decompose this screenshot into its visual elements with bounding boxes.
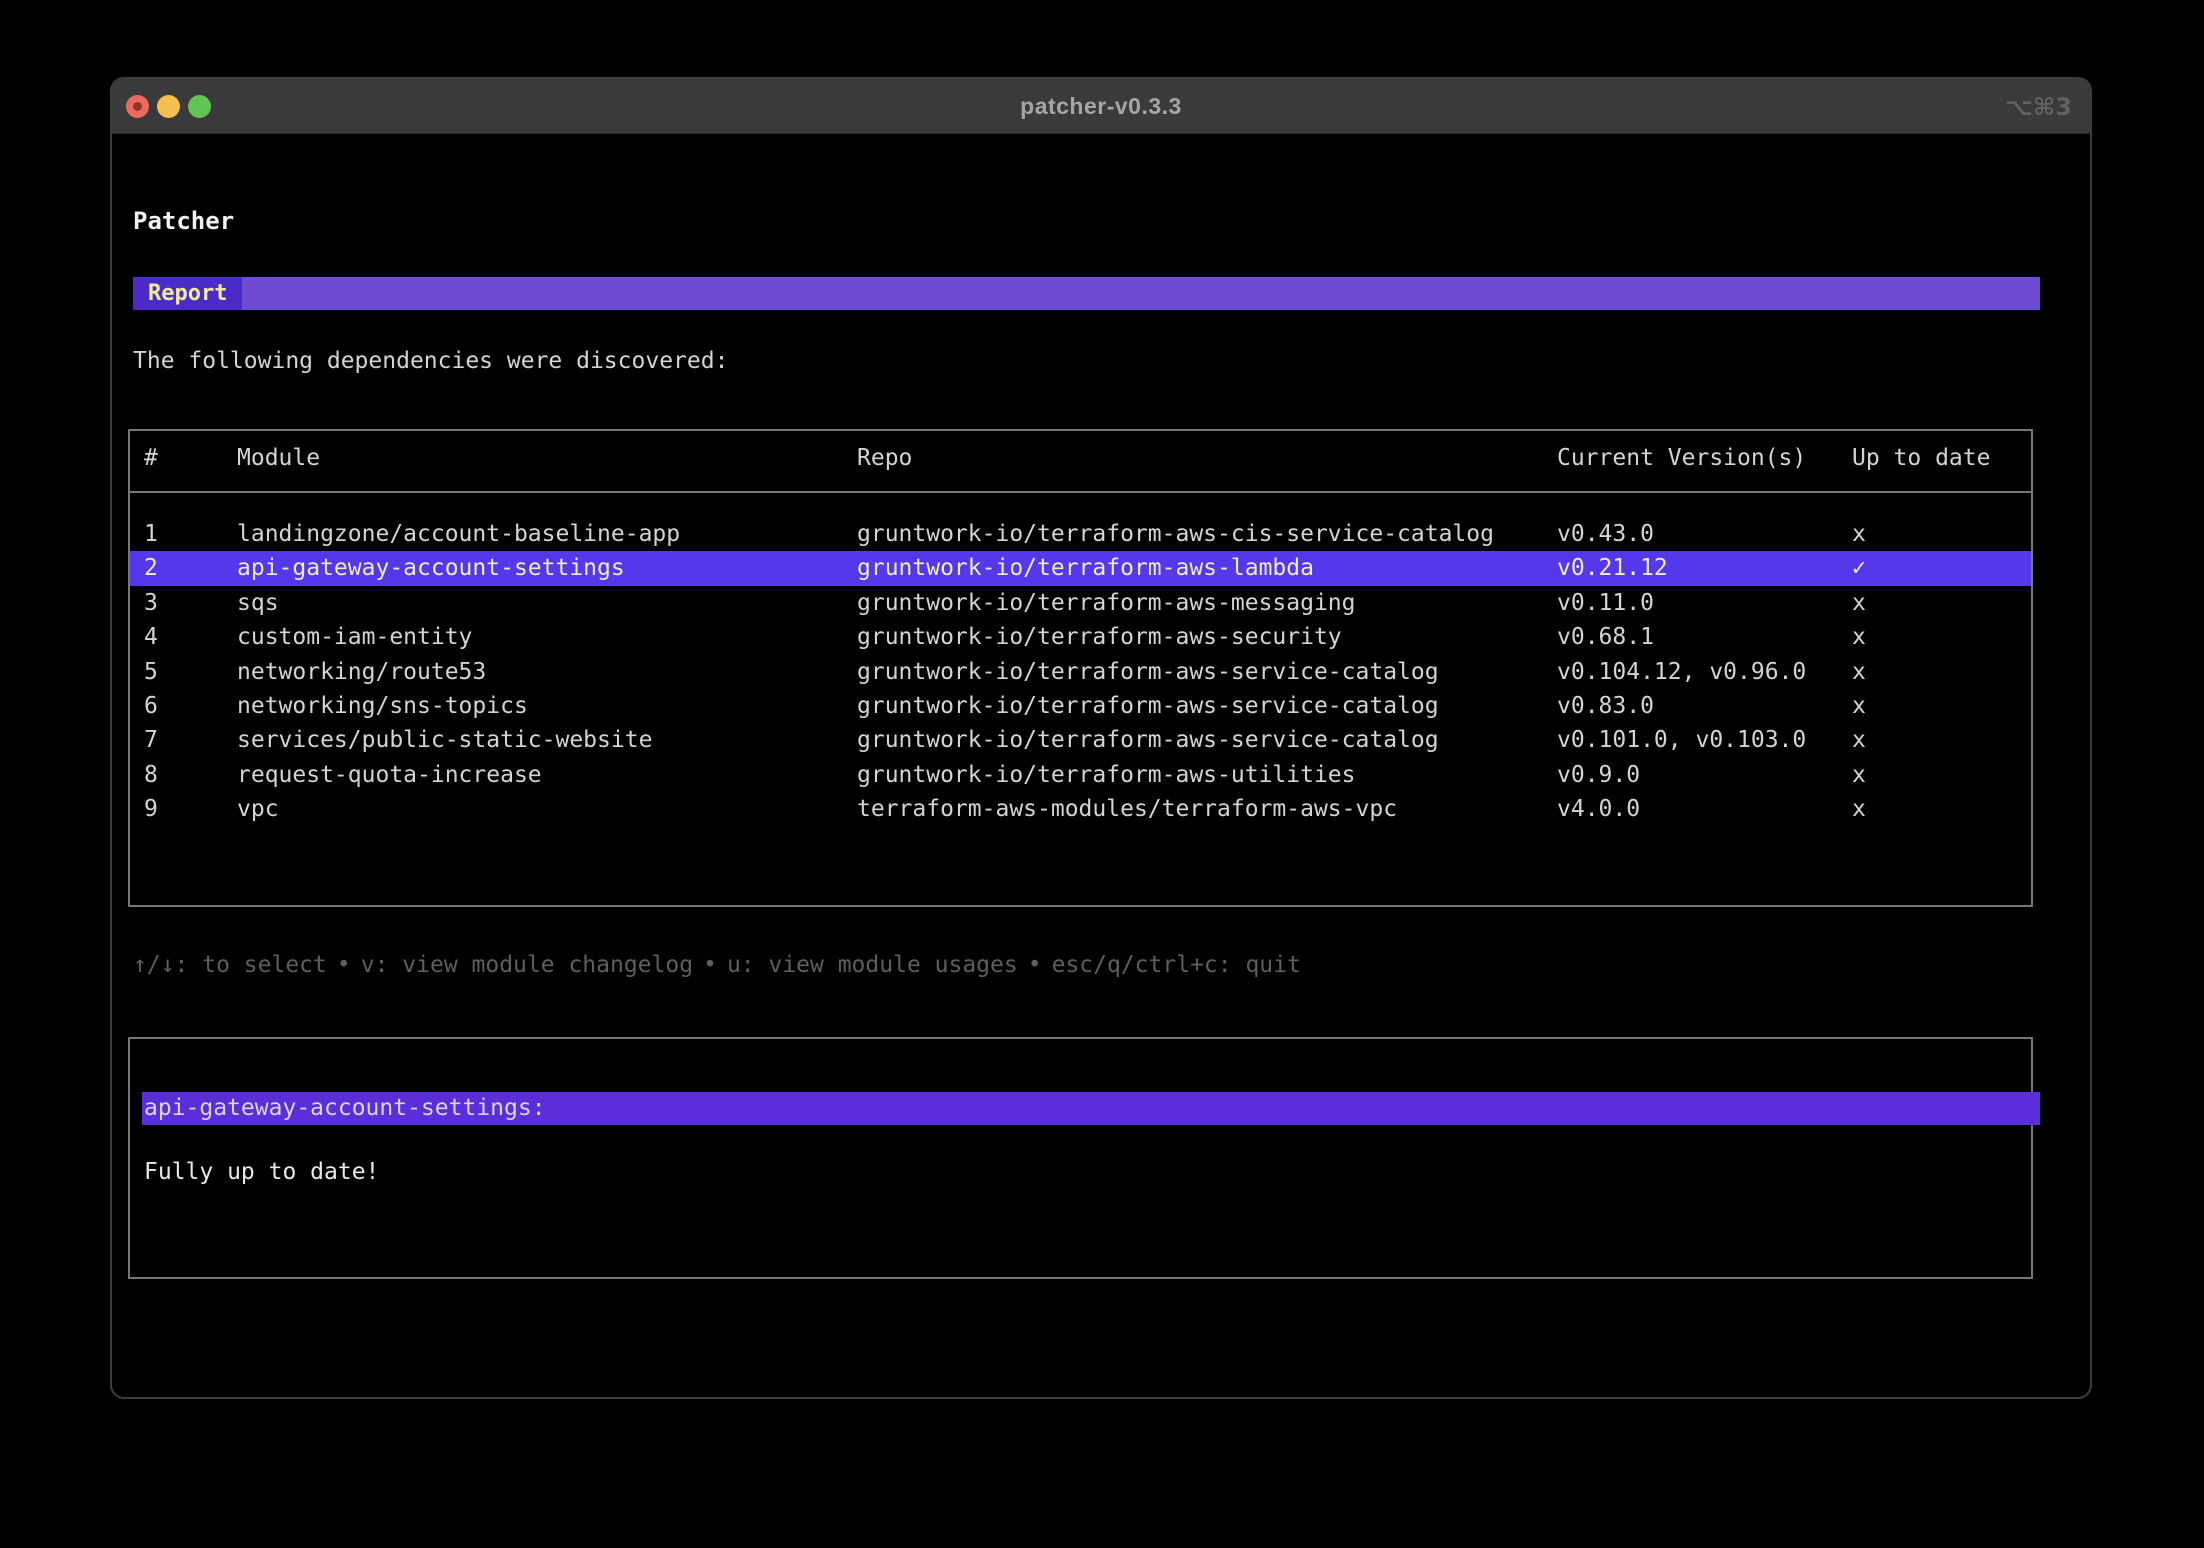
row-repo: gruntwork-io/terraform-aws-messaging [857,589,1356,616]
help-quit: esc/q/ctrl+c: quit [1051,952,1301,978]
help-changelog: v: view module changelog [360,952,694,978]
zoom-button-icon[interactable] [188,95,211,118]
table-body: 1 landingzone/account-baseline-app grunt… [130,517,2031,827]
row-module: networking/route53 [237,658,487,685]
window-controls [126,79,211,134]
row-repo: gruntwork-io/terraform-aws-security [857,624,1342,651]
row-repo: gruntwork-io/terraform-aws-service-catal… [857,727,1439,754]
row-module: sqs [237,589,279,616]
row-versions: v4.0.0 [1557,796,1641,823]
column-header-num: # [144,445,158,471]
row-module: api-gateway-account-settings [237,555,625,582]
row-number: 2 [144,555,158,582]
row-up-to-date-mark: x [1852,589,1866,616]
row-up-to-date-mark: x [1852,658,1866,685]
close-button-icon[interactable] [126,95,149,118]
help-bar: ↑/↓: to select • v: view module changelog •… [133,952,1301,978]
row-number: 7 [144,727,158,754]
table-row[interactable]: 1 landingzone/account-baseline-app grunt… [130,517,2031,551]
row-up-to-date-mark: x [1852,521,1866,547]
terminal-content: Patcher Report The following dependencie… [112,134,2090,1397]
column-header-up-to-date: Up to date [1852,445,1991,471]
bullet-separator-icon: • [703,952,717,978]
row-repo: gruntwork-io/terraform-aws-cis-service-c… [857,521,1494,547]
bullet-separator-icon: • [1027,952,1042,978]
table-row[interactable]: 3 sqs gruntwork-io/terraform-aws-messagi… [130,586,2031,620]
window-title: patcher-v0.3.3 [1020,92,1182,119]
row-up-to-date-mark: x [1852,796,1866,823]
app-heading: Patcher [133,207,235,235]
row-module: landingzone/account-baseline-app [237,521,681,547]
row-module: request-quota-increase [237,761,542,788]
column-header-repo: Repo [857,445,913,471]
row-versions: v0.104.12, v0.96.0 [1557,658,1807,685]
tab-report[interactable]: Report [133,277,243,310]
row-repo: terraform-aws-modules/terraform-aws-vpc [857,796,1398,823]
table-row[interactable]: 6 networking/sns-topics gruntwork-io/ter… [130,689,2031,723]
row-number: 4 [144,624,158,651]
minimize-button-icon[interactable] [157,95,180,118]
row-number: 1 [144,521,158,547]
intro-text: The following dependencies were discover… [133,348,729,374]
row-versions: v0.68.1 [1557,624,1654,651]
row-repo: gruntwork-io/terraform-aws-service-catal… [857,692,1439,719]
row-versions: v0.83.0 [1557,692,1654,719]
row-module: vpc [237,796,279,823]
detail-panel: api-gateway-account-settings: Fully up t… [128,1037,2040,1279]
detail-status-text: Fully up to date! [144,1159,380,1185]
table-row[interactable]: 2 api-gateway-account-settings gruntwork… [130,551,2031,586]
row-module: custom-iam-entity [237,624,473,651]
dependencies-table: # Module Repo Current Version(s) Up to d… [128,429,2033,907]
row-number: 3 [144,589,158,616]
table-header: # Module Repo Current Version(s) Up to d… [130,431,2031,493]
column-header-versions: Current Version(s) [1557,445,1807,471]
table-row[interactable]: 8 request-quota-increase gruntwork-io/te… [130,758,2031,792]
row-up-to-date-mark: ✓ [1852,555,1866,582]
row-number: 9 [144,796,158,823]
row-up-to-date-mark: x [1852,692,1866,719]
row-up-to-date-mark: x [1852,624,1866,651]
row-number: 5 [144,658,158,685]
bullet-separator-icon: • [336,952,351,978]
row-versions: v0.21.12 [1557,555,1668,582]
row-module: services/public-static-website [237,727,653,754]
row-versions: v0.101.0, v0.103.0 [1557,727,1807,754]
table-row[interactable]: 9 vpc terraform-aws-modules/terraform-aw… [130,792,2031,826]
row-number: 6 [144,692,158,719]
help-usages: u: view module usages [726,952,1018,978]
column-header-module: Module [237,445,321,471]
detail-title-highlight: api-gateway-account-settings: [142,1092,2040,1125]
titlebar: patcher-v0.3.3 ⌥⌘3 [112,79,2090,134]
tab-shortcut-hint: ⌥⌘3 [2005,92,2072,121]
row-versions: v0.43.0 [1557,521,1654,547]
table-row[interactable]: 4 custom-iam-entity gruntwork-io/terrafo… [130,620,2031,654]
row-up-to-date-mark: x [1852,761,1866,788]
table-row[interactable]: 7 services/public-static-website gruntwo… [130,723,2031,757]
row-repo: gruntwork-io/terraform-aws-utilities [857,761,1356,788]
row-versions: v0.9.0 [1557,761,1641,788]
row-repo: gruntwork-io/terraform-aws-service-catal… [857,658,1439,685]
table-row[interactable]: 5 networking/route53 gruntwork-io/terraf… [130,655,2031,689]
tab-bar: Report [133,277,2040,310]
help-select: ↑/↓: to select [133,952,327,978]
row-up-to-date-mark: x [1852,727,1866,754]
row-module: networking/sns-topics [237,692,528,719]
row-versions: v0.11.0 [1557,589,1654,616]
row-number: 8 [144,761,158,788]
row-repo: gruntwork-io/terraform-aws-lambda [857,555,1314,582]
terminal-window: patcher-v0.3.3 ⌥⌘3 Patcher Report The fo… [110,77,2092,1399]
